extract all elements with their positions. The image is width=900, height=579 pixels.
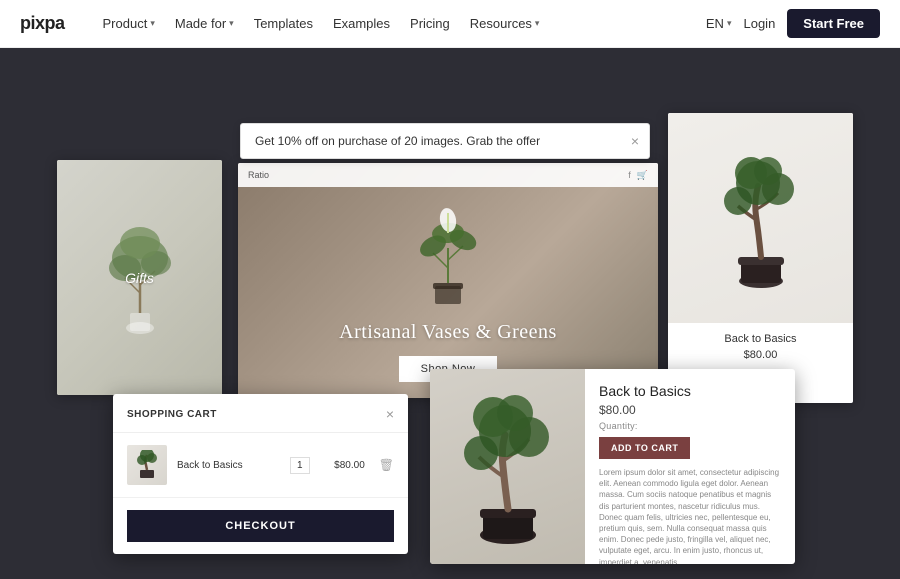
logo[interactable]: pixpa bbox=[20, 13, 65, 34]
product-detail-bonsai-icon bbox=[453, 387, 563, 547]
cart-item-image bbox=[127, 445, 167, 485]
product-detail-price: $80.00 bbox=[599, 403, 781, 417]
chevron-down-icon: ▾ bbox=[535, 18, 540, 29]
nav-links: Product ▾ Made for ▾ Templates Examples … bbox=[95, 12, 706, 35]
cart-item-bonsai-icon bbox=[132, 450, 162, 480]
hero-bg: Ratio f 🛒 bbox=[238, 163, 658, 398]
add-to-cart-button[interactable]: ADD TO CART bbox=[599, 437, 690, 459]
gifts-card: Gifts bbox=[57, 160, 222, 395]
hero-cart-icon: 🛒 bbox=[637, 170, 648, 181]
login-button[interactable]: Login bbox=[743, 16, 775, 31]
main-area: Get 10% off on purchase of 20 images. Gr… bbox=[0, 48, 900, 579]
cart-title: SHOPPING CART bbox=[127, 409, 217, 420]
nav-templates[interactable]: Templates bbox=[246, 12, 321, 35]
cart-header: SHOPPING CART × bbox=[113, 394, 408, 433]
shopping-cart: SHOPPING CART × Back to Basics 1 $80.00 … bbox=[113, 394, 408, 554]
bonsai-icon bbox=[716, 141, 806, 296]
product-detail-info: Back to Basics $80.00 Quantity: ADD TO C… bbox=[585, 369, 795, 564]
product-detail-description: Lorem ipsum dolor sit amet, consectetur … bbox=[599, 467, 781, 564]
hero-navbar: Ratio f 🛒 bbox=[238, 163, 658, 187]
product-detail-card: Back to Basics $80.00 Quantity: ADD TO C… bbox=[430, 369, 795, 564]
nav-made-for[interactable]: Made for ▾ bbox=[167, 12, 242, 35]
chevron-down-icon: ▾ bbox=[150, 18, 155, 29]
hero-brand: Ratio bbox=[248, 170, 269, 180]
chevron-down-icon: ▾ bbox=[727, 18, 732, 29]
product-price-top-right: $80.00 bbox=[678, 349, 843, 361]
gifts-label: Gifts bbox=[125, 270, 154, 286]
cart-item-price: $80.00 bbox=[320, 460, 365, 471]
product-info-top-right: Back to Basics $80.00 bbox=[668, 323, 853, 369]
chevron-down-icon: ▾ bbox=[229, 18, 234, 29]
cart-item-name: Back to Basics bbox=[177, 460, 280, 471]
checkout-button[interactable]: CHECKOUT bbox=[127, 510, 394, 542]
hero-plant bbox=[413, 198, 483, 313]
product-name-top-right: Back to Basics bbox=[678, 333, 843, 345]
gifts-card-inner: Gifts bbox=[57, 160, 222, 395]
notification-bar: Get 10% off on purchase of 20 images. Gr… bbox=[240, 123, 650, 159]
nav-right: EN ▾ Login Start Free bbox=[706, 9, 880, 38]
nav-product[interactable]: Product ▾ bbox=[95, 12, 163, 35]
cart-item-quantity[interactable]: 1 bbox=[290, 457, 310, 474]
product-card-top-right: Back to Basics $80.00 bbox=[668, 113, 853, 403]
product-detail-image bbox=[430, 369, 585, 564]
cart-close-button[interactable]: × bbox=[386, 406, 394, 422]
product-image-top-right bbox=[668, 113, 853, 323]
cart-item-delete-button[interactable]: 🗑 bbox=[379, 458, 394, 472]
start-free-button[interactable]: Start Free bbox=[787, 9, 880, 38]
product-detail-title: Back to Basics bbox=[599, 383, 781, 399]
nav-examples[interactable]: Examples bbox=[325, 12, 398, 35]
hero-card: Ratio f 🛒 bbox=[238, 163, 658, 398]
hero-social-icon: f bbox=[628, 170, 631, 181]
language-selector[interactable]: EN ▾ bbox=[706, 16, 732, 31]
hero-title: Artisanal Vases & Greens bbox=[339, 321, 557, 344]
peace-lily-icon bbox=[413, 198, 483, 308]
product-detail-qty-label: Quantity: bbox=[599, 421, 781, 431]
navbar: pixpa Product ▾ Made for ▾ Templates Exa… bbox=[0, 0, 900, 48]
nav-resources[interactable]: Resources ▾ bbox=[462, 12, 548, 35]
cart-item: Back to Basics 1 $80.00 🗑 bbox=[113, 433, 408, 498]
nav-pricing[interactable]: Pricing bbox=[402, 12, 458, 35]
notification-text: Get 10% off on purchase of 20 images. Gr… bbox=[255, 134, 540, 148]
notification-close-button[interactable]: × bbox=[631, 133, 639, 149]
hero-nav-icons: f 🛒 bbox=[628, 170, 648, 181]
